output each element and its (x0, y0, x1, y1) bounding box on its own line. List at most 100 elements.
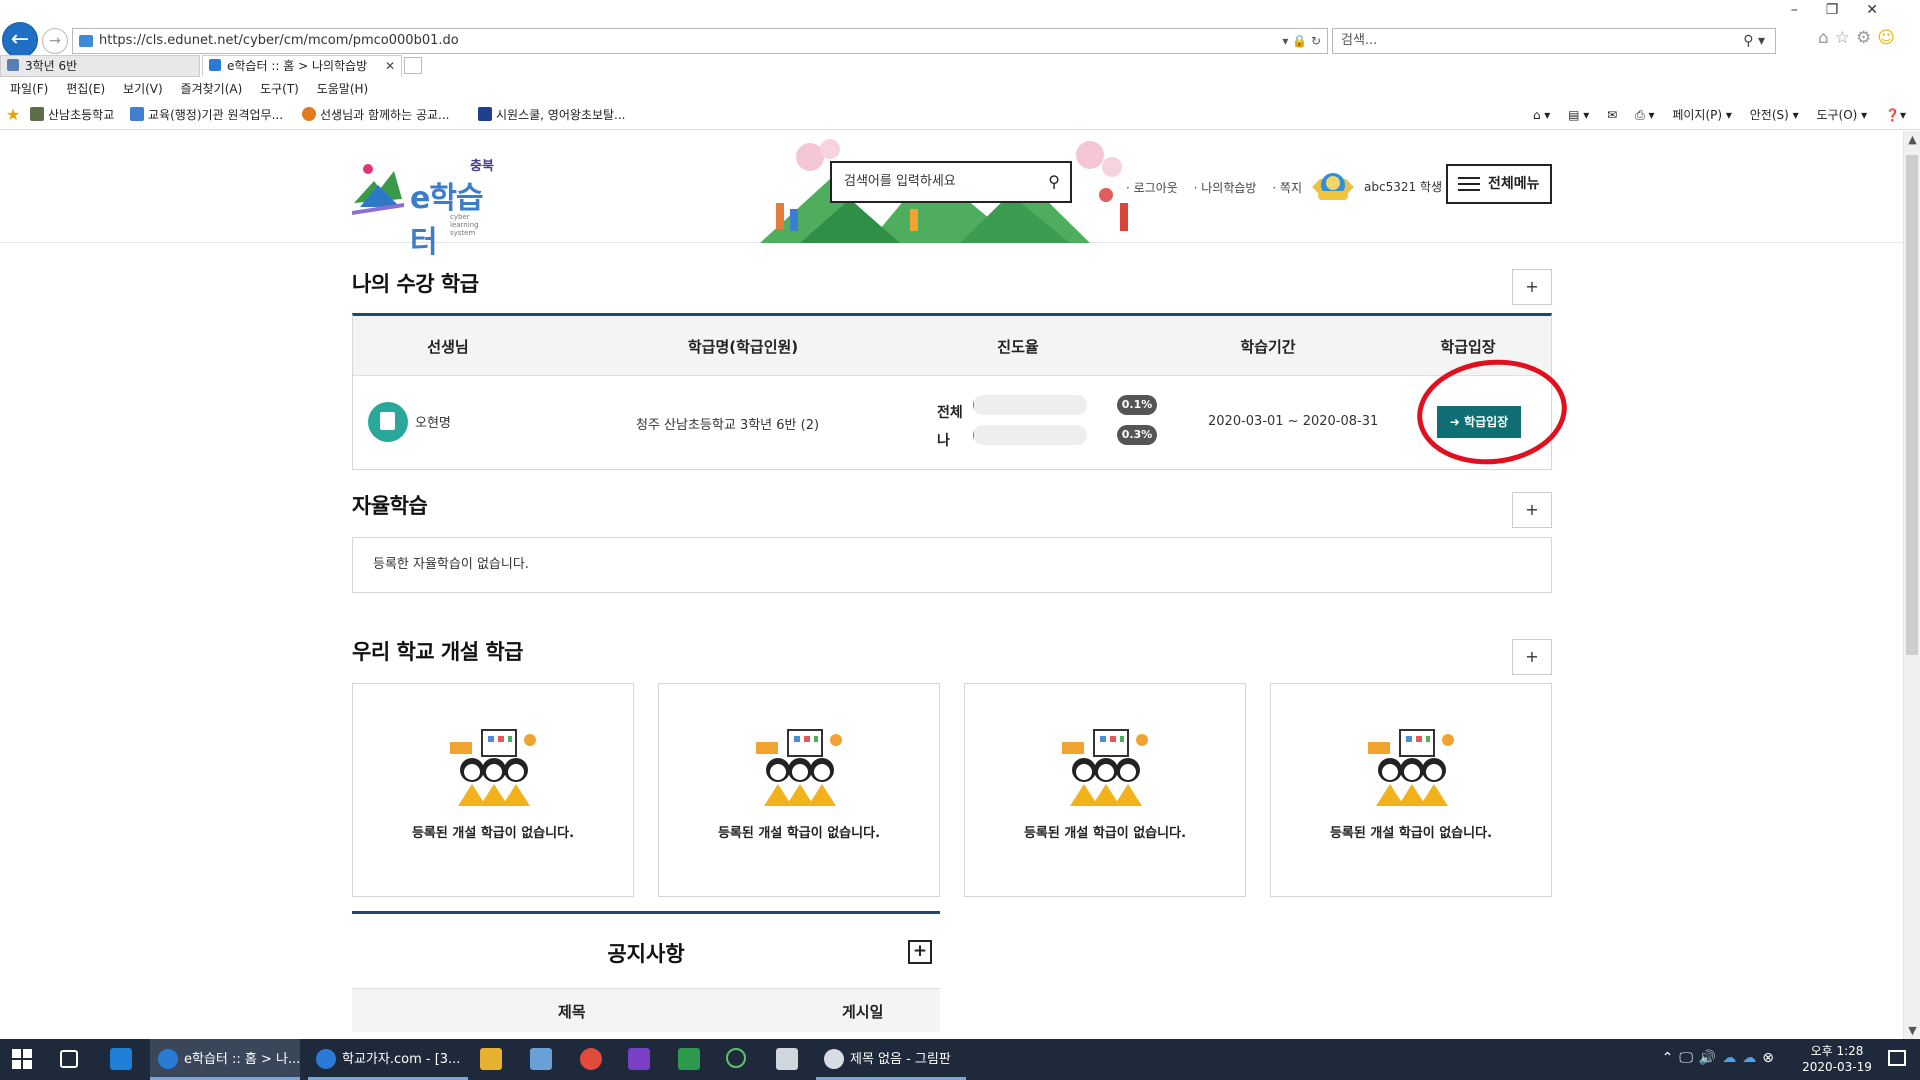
menu-favorites[interactable]: 즐겨찾기(A) (181, 82, 243, 96)
favorites-star-icon[interactable]: ☆ (1835, 28, 1856, 48)
menu-file[interactable]: 파일(F) (10, 82, 48, 96)
volume-icon[interactable]: 🔊 (1699, 1050, 1722, 1066)
card-empty-message: 등록된 개설 학급이 없습니다. (1329, 826, 1493, 841)
search-icon[interactable]: ⚲ (1048, 163, 1060, 201)
notice-more-button[interactable]: + (908, 940, 932, 964)
self-study-more-button[interactable]: + (1512, 492, 1552, 528)
browser-chrome: –❐✕ ← → https://cls.edunet.net/cyber/cm/… (0, 0, 1920, 130)
ie-icon (316, 1049, 336, 1069)
task-view-icon[interactable] (60, 1050, 78, 1068)
windows-start-icon[interactable] (12, 1049, 32, 1069)
forward-button[interactable]: → (42, 28, 68, 54)
upnote-icon[interactable] (726, 1048, 746, 1068)
cloud-icon[interactable]: ☁ (1742, 1050, 1762, 1066)
my-room-link[interactable]: · 나의학습방 (1194, 181, 1257, 195)
favorites-star-icon[interactable]: ★ (6, 105, 20, 124)
taskbar-app-elearning[interactable]: e학습터 :: 홈 > 나... (150, 1039, 300, 1080)
web-page: 충북 e학습터 cyber learning system 검색어를 입력하세요… (0, 131, 1903, 1039)
notice-table-header: 제목 게시일 (352, 988, 940, 1032)
home-icon[interactable]: ⌂ (1818, 28, 1835, 48)
site-logo[interactable]: 충북 e학습터 cyber learning system (350, 151, 500, 260)
menu-view[interactable]: 보기(V) (123, 82, 163, 96)
logo-region: 충북 (470, 159, 494, 174)
menu-tools[interactable]: 도구(T) (260, 82, 299, 96)
my-classes-more-button[interactable]: + (1512, 269, 1552, 305)
scroll-thumb[interactable] (1906, 155, 1918, 655)
menu-help[interactable]: 도움말(H) (317, 82, 369, 96)
address-url: https://cls.edunet.net/cyber/cm/mcom/pmc… (99, 33, 459, 48)
tab-close-icon[interactable]: ✕ (385, 56, 395, 76)
home-icon[interactable]: ⌂ ▾ (1533, 108, 1550, 122)
clock[interactable]: 오후 1:28 2020-03-19 (1802, 1043, 1872, 1075)
class-name[interactable]: 청주 산남초등학교 3학년 6반 (2) (636, 414, 819, 433)
menu-page[interactable]: 페이지(P) ▾ (1672, 108, 1732, 122)
all-menu-button[interactable]: 전체메뉴 (1446, 164, 1552, 204)
back-button[interactable]: ← (2, 22, 38, 58)
notice-section: 공지사항 + 제목 게시일 (352, 911, 940, 1039)
page-icon (79, 35, 93, 47)
logo-mark-icon (352, 164, 404, 215)
progress-me-label: 나 (937, 433, 950, 449)
favorite-link[interactable]: 선생님과 함께하는 공교... (302, 106, 449, 123)
address-tools[interactable]: ▾ 🔒 ↻ (1282, 29, 1321, 53)
restore-icon[interactable]: ❐ (1826, 2, 1867, 18)
browser-search-input[interactable]: 검색... ⚲ ▾ (1332, 28, 1776, 54)
progress-all-bar (973, 395, 1087, 415)
taskbar-app-paint[interactable]: 제목 없음 - 그림판 (816, 1039, 966, 1080)
chevron-up-icon[interactable]: ⌃ (1662, 1050, 1680, 1066)
classroom-illustration (756, 729, 842, 806)
notepad-icon[interactable] (530, 1048, 552, 1070)
menu-safety[interactable]: 안전(S) ▾ (1750, 108, 1799, 122)
favorite-link[interactable]: 시원스쿨, 영어왕초보탈... (478, 106, 625, 123)
scroll-down-icon[interactable]: ▼ (1904, 1024, 1920, 1037)
network-icon[interactable]: 🖵 (1679, 1050, 1699, 1066)
table-header: 선생님 학급명(학급인원) 진도율 학습기간 학급입장 (353, 316, 1551, 376)
vertical-scrollbar[interactable]: ▲ ▼ (1903, 131, 1920, 1039)
address-bar[interactable]: https://cls.edunet.net/cyber/cm/mcom/pmc… (72, 28, 1328, 54)
browser-search-placeholder: 검색... (1341, 33, 1378, 48)
gear-icon[interactable]: ⚙ (1856, 28, 1877, 48)
new-tab-button[interactable] (404, 57, 422, 74)
logout-link[interactable]: · 로그아웃 (1126, 181, 1178, 195)
visual-studio-icon[interactable] (628, 1048, 650, 1070)
chrome-icon[interactable] (580, 1048, 602, 1070)
cloud-icon[interactable]: ☁ (1722, 1050, 1742, 1066)
teacher-avatar (368, 402, 408, 442)
card-empty-message: 등록된 개설 학급이 없습니다. (411, 826, 575, 841)
feed-icon[interactable]: ▤ ▾ (1568, 108, 1589, 122)
favorite-link[interactable]: 산남초등학교 (30, 106, 114, 123)
scroll-up-icon[interactable]: ▲ (1904, 133, 1920, 146)
favorite-link[interactable]: 교육(행정)기관 원격업무... (130, 106, 283, 123)
progress-all-label: 전체 (937, 405, 963, 421)
blocked-icon[interactable]: ⊗ (1762, 1050, 1780, 1066)
header-enter: 학급입장 (1440, 338, 1496, 356)
tray-icons[interactable]: ⌃🖵🔊☁☁⊗ (1662, 1050, 1780, 1066)
teacher-name: 오현명 (415, 416, 451, 431)
notification-icon[interactable] (1888, 1050, 1906, 1066)
taskbar-app-school[interactable]: 학교가자.com - [3... (308, 1039, 468, 1080)
minimize-icon[interactable]: – (1791, 2, 1826, 18)
school-class-card: 등록된 개설 학급이 없습니다. (964, 683, 1246, 897)
print-icon[interactable]: ⎙ ▾ (1635, 108, 1654, 122)
site-search-input[interactable]: 검색어를 입력하세요 ⚲ (830, 161, 1072, 203)
close-icon[interactable]: ✕ (1866, 2, 1906, 18)
app-icon[interactable] (110, 1048, 132, 1070)
search-icon[interactable]: ⚲ ▾ (1743, 29, 1765, 53)
folder-icon[interactable] (480, 1048, 502, 1070)
spreadsheet-icon[interactable] (678, 1048, 700, 1070)
logo-icon (478, 107, 492, 121)
favorites-bar: ★ 산남초등학교 교육(행정)기관 원격업무... 선생님과 함께하는 공교..… (0, 103, 1920, 125)
school-classes-more-button[interactable]: + (1512, 639, 1552, 675)
smiley-icon[interactable]: ☺ (1877, 28, 1901, 48)
menu-edit[interactable]: 편집(E) (66, 82, 105, 96)
tab-class[interactable]: 3학년 6반 (0, 55, 200, 77)
mail-icon[interactable]: ✉ (1607, 108, 1617, 122)
clock-date: 2020-03-19 (1802, 1060, 1872, 1074)
tab-elearning[interactable]: e학습터 :: 홈 > 나의학습방 ✕ (202, 55, 402, 77)
notice-title: 공지사항 (607, 942, 685, 966)
my-classes-table: 선생님 학급명(학급인원) 진도율 학습기간 학급입장 오현명 청주 산남초등학… (352, 313, 1552, 470)
calculator-icon[interactable] (776, 1048, 798, 1070)
window-controls: –❐✕ (1791, 2, 1906, 18)
help-icon[interactable]: ❓▾ (1885, 108, 1906, 122)
menu-tools-cmd[interactable]: 도구(O) ▾ (1816, 108, 1867, 122)
